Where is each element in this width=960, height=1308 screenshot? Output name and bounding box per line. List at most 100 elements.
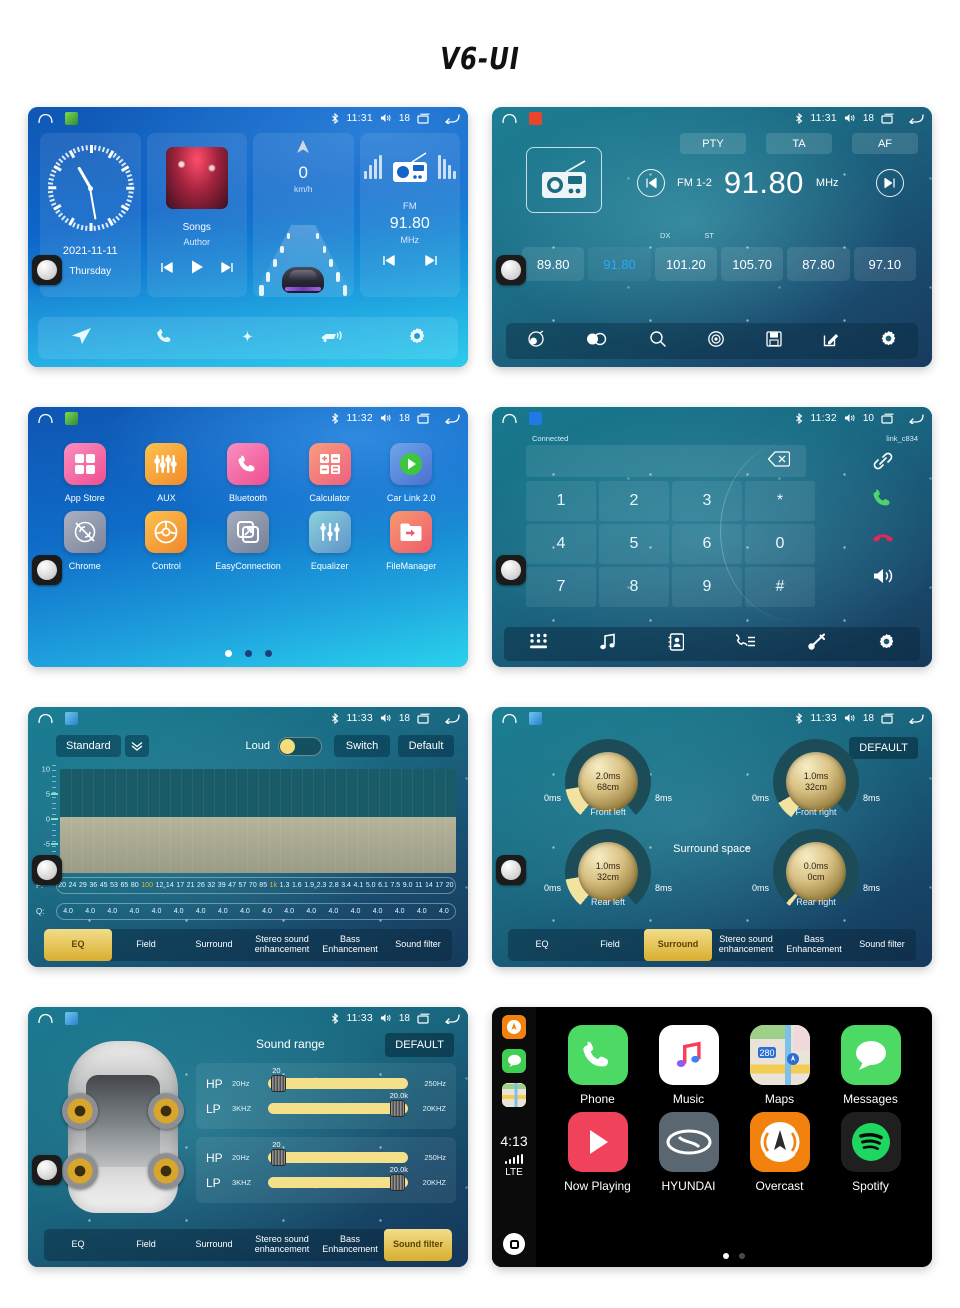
preset-button[interactable]: 97.10 [853, 247, 916, 281]
physical-knob[interactable] [496, 855, 526, 885]
band-icon[interactable] [527, 329, 545, 353]
page-dot[interactable] [739, 1253, 745, 1259]
eq-preset-select[interactable]: Standard [56, 735, 121, 757]
current-app-icon[interactable] [529, 111, 542, 125]
eq-q-value[interactable]: 4.0 [262, 908, 272, 915]
eq-frequency-label[interactable]: 11 [415, 882, 422, 889]
dial-key-7[interactable]: 7 [526, 567, 596, 607]
home-nav-icon[interactable] [38, 413, 53, 424]
eq-frequency-label[interactable]: 80 [131, 882, 139, 889]
overcast-icon[interactable] [502, 1015, 526, 1039]
dial-input[interactable] [526, 445, 806, 477]
back-icon[interactable] [444, 1013, 460, 1025]
surround-knob-front-left[interactable]: 2.0ms 68cm 0ms 8ms Front left [544, 739, 672, 825]
eq-q-value[interactable]: 4.0 [306, 908, 316, 915]
physical-knob[interactable] [32, 855, 62, 885]
eq-frequency-label[interactable]: 14 [166, 882, 174, 889]
default-button[interactable]: Default [398, 735, 454, 757]
carplay-app-now-playing[interactable]: Now Playing [552, 1112, 643, 1193]
knob-dial[interactable]: 0.0ms 0cm [773, 829, 859, 915]
eq-frequency-label[interactable]: 2.3 [317, 882, 327, 889]
eq-frequency-label[interactable]: 7.5 [390, 882, 400, 889]
current-app-icon[interactable] [529, 711, 542, 725]
current-app-icon[interactable] [65, 111, 78, 125]
physical-knob[interactable] [32, 555, 62, 585]
frequency-values[interactable]: 20 24 29 36 45 53 65 80 100 12 14 17 21 26 32 39 47 57 70 8… [56, 877, 456, 894]
eq-q-value[interactable]: 4.0 [130, 908, 140, 915]
eq-frequency-label[interactable]: 4.1 [354, 882, 364, 889]
edit-icon[interactable] [823, 331, 839, 352]
surround-knob-front-right[interactable]: 1.0ms 32cm 0ms 8ms Front right [752, 739, 880, 825]
knob-dial[interactable]: 1.0ms 32cm [565, 829, 651, 915]
home-nav-icon[interactable] [502, 413, 517, 424]
seek-up-button[interactable] [876, 169, 904, 197]
save-icon[interactable] [766, 330, 782, 352]
preset-button[interactable]: 87.80 [787, 247, 850, 281]
eq-frequency-label[interactable]: 5.0 [366, 882, 376, 889]
eq-frequency-label[interactable]: 39 [218, 882, 226, 889]
carplay-app-maps[interactable]: 280 Maps [734, 1025, 825, 1106]
physical-knob[interactable] [32, 255, 62, 285]
lp-slider-thumb[interactable] [390, 1174, 406, 1191]
rds-icon[interactable] [707, 330, 725, 353]
call-icon[interactable] [844, 480, 922, 516]
speaker-icon[interactable] [844, 558, 922, 594]
surround-knob-rear-left[interactable]: 1.0ms 32cm 0ms 8ms Rear left [544, 829, 672, 915]
tab-surround[interactable]: Surround [644, 929, 712, 961]
settings-icon[interactable] [878, 633, 895, 655]
eq-frequency-label[interactable]: 1.9 [304, 882, 314, 889]
tab-bass-enhancement[interactable]: Bass Enhancement [780, 929, 848, 961]
bt-connect-icon[interactable] [807, 633, 827, 656]
chevron-down-icon[interactable] [124, 735, 149, 757]
eq-q-value[interactable]: 4.0 [107, 908, 117, 915]
tab-stereo-sound-enhancement[interactable]: Stereo sound enhancement [248, 1229, 316, 1261]
page-dot[interactable] [224, 650, 232, 657]
carplay-app-messages[interactable]: Messages [825, 1025, 916, 1106]
current-app-icon[interactable] [65, 711, 78, 725]
eq-q-value[interactable]: 4.0 [439, 908, 449, 915]
eq-q-value[interactable]: 4.0 [417, 908, 427, 915]
eq-frequency-label[interactable]: 12 [156, 882, 164, 889]
eq-q-value[interactable]: 4.0 [218, 908, 228, 915]
tab-surround[interactable]: Surround [180, 929, 248, 961]
hp-slider-track[interactable]: 20 [268, 1066, 408, 1092]
physical-knob[interactable] [496, 555, 526, 585]
tab-sound-filter[interactable]: Sound filter [384, 1229, 452, 1261]
dial-key-0[interactable]: 0 [745, 524, 815, 564]
tab-field[interactable]: Field [576, 929, 644, 961]
eq-frequency-label[interactable]: 26 [197, 882, 205, 889]
af-button[interactable]: AF [852, 133, 918, 154]
st-label[interactable]: ST [704, 231, 714, 240]
home-nav-icon[interactable] [502, 113, 517, 124]
back-icon[interactable] [908, 413, 924, 425]
loud-toggle[interactable] [278, 736, 322, 756]
app-item-app-store[interactable]: App Store [44, 443, 126, 503]
switch-button[interactable]: Switch [334, 735, 390, 757]
lp-slider-track[interactable]: 20.0k [268, 1091, 408, 1117]
dial-key-2[interactable]: 2 [599, 481, 669, 521]
radio-widget[interactable]: FM 91.80 MHz [359, 133, 460, 297]
app-item-calculator[interactable]: Calculator [289, 443, 371, 503]
carplay-app-phone[interactable]: Phone [552, 1025, 643, 1106]
eq-frequency-label[interactable]: 9.0 [403, 882, 413, 889]
eq-graph[interactable] [60, 769, 456, 873]
app-item-easyconnection[interactable]: EasyConnection [207, 511, 289, 571]
home-nav-icon[interactable] [38, 713, 53, 724]
physical-knob[interactable] [496, 255, 526, 285]
phone-icon[interactable] [156, 327, 174, 350]
app-item-equalizer[interactable]: Equalizer [289, 511, 371, 571]
recents-icon[interactable] [881, 413, 895, 424]
back-icon[interactable] [444, 113, 460, 125]
next-track-icon[interactable] [221, 261, 234, 279]
back-icon[interactable] [444, 413, 460, 425]
eq-frequency-label[interactable]: 21 [187, 882, 195, 889]
speedometer-widget[interactable]: 0 km/h [253, 133, 354, 297]
tab-bass-enhancement[interactable]: Bass Enhancement [316, 929, 384, 961]
current-app-icon[interactable] [65, 411, 78, 425]
eq-q-value[interactable]: 4.0 [351, 908, 361, 915]
back-icon[interactable] [908, 113, 924, 125]
eq-frequency-label[interactable]: 1.6 [292, 882, 302, 889]
dial-key-3[interactable]: 3 [672, 481, 742, 521]
backspace-icon[interactable] [767, 450, 791, 472]
music-widget[interactable]: Songs Author [146, 133, 247, 297]
